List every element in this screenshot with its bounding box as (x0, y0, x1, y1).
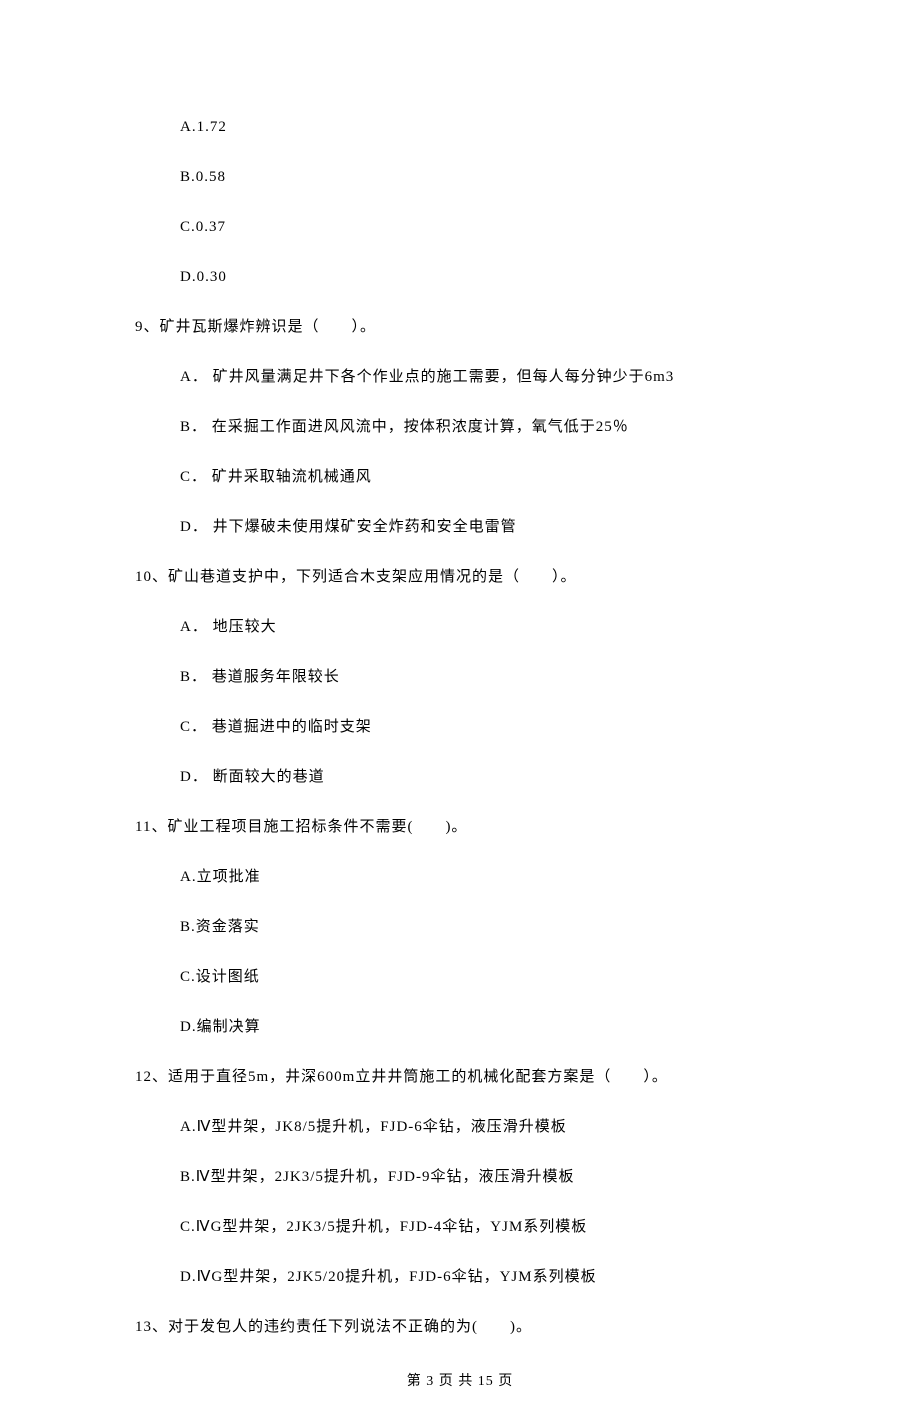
q12-option-a: A.Ⅳ型井架，JK8/5提升机，FJD‐6伞钻，液压滑升模板 (180, 1115, 785, 1139)
q9-stem: 9、矿井瓦斯爆炸辨识是（ ）。 (135, 315, 785, 339)
q12-option-d: D.ⅣG型井架，2JK5/20提升机，FJD‐6伞钻，YJM系列模板 (180, 1265, 785, 1289)
q10-option-b: B． 巷道服务年限较长 (180, 665, 785, 689)
q11-option-d: D.编制决算 (180, 1015, 785, 1039)
q9-option-a: A． 矿井风量满足井下各个作业点的施工需要，但每人每分钟少于6m3 (180, 365, 785, 389)
page-footer: 第 3 页 共 15 页 (0, 1370, 920, 1390)
q11-option-a: A.立项批准 (180, 865, 785, 889)
q11-stem: 11、矿业工程项目施工招标条件不需要( )。 (135, 815, 785, 839)
q11-option-b: B.资金落实 (180, 915, 785, 939)
q12-option-c: C.ⅣG型井架，2JK3/5提升机，FJD‐4伞钻，YJM系列模板 (180, 1215, 785, 1239)
q10-option-d: D． 断面较大的巷道 (180, 765, 785, 789)
q8-option-d: D.0.30 (180, 265, 785, 289)
q11-option-c: C.设计图纸 (180, 965, 785, 989)
q10-stem: 10、矿山巷道支护中，下列适合木支架应用情况的是（ ）。 (135, 565, 785, 589)
q10-option-c: C． 巷道掘进中的临时支架 (180, 715, 785, 739)
q12-stem: 12、适用于直径5m，井深600m立井井筒施工的机械化配套方案是（ ）。 (135, 1065, 785, 1089)
q10-option-a: A． 地压较大 (180, 615, 785, 639)
document-content: A.1.72 B.0.58 C.0.37 D.0.30 9、矿井瓦斯爆炸辨识是（… (0, 0, 920, 1425)
q9-option-b: B． 在采掘工作面进风风流中，按体积浓度计算，氧气低于25％ (180, 415, 785, 439)
q9-option-c: C． 矿井采取轴流机械通风 (180, 465, 785, 489)
q8-option-b: B.0.58 (180, 165, 785, 189)
q13-stem: 13、对于发包人的违约责任下列说法不正确的为( )。 (135, 1315, 785, 1339)
q8-option-c: C.0.37 (180, 215, 785, 239)
q8-option-a: A.1.72 (180, 115, 785, 139)
q9-option-d: D． 井下爆破未使用煤矿安全炸药和安全电雷管 (180, 515, 785, 539)
q12-option-b: B.Ⅳ型井架，2JK3/5提升机，FJD‐9伞钻，液压滑升模板 (180, 1165, 785, 1189)
